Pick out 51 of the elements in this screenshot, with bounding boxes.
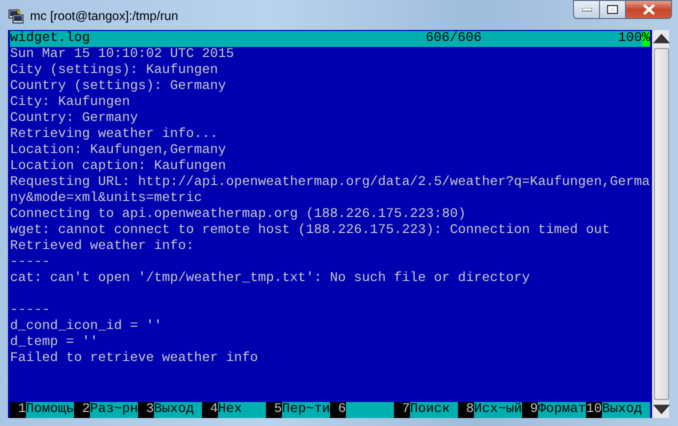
log-line: Retrieving weather info... bbox=[10, 127, 218, 143]
terminal-icon bbox=[8, 8, 24, 24]
log-line: ----- bbox=[10, 255, 50, 271]
close-icon bbox=[642, 4, 654, 15]
key-number: 6 bbox=[330, 402, 346, 418]
log-line: Country: Germany bbox=[10, 111, 138, 127]
log-line: City (settings): Kaufungen bbox=[10, 63, 218, 79]
key-number: 7 bbox=[394, 402, 410, 418]
function-key[interactable]: Формат bbox=[538, 402, 586, 418]
file-name: widget.log bbox=[10, 31, 91, 47]
minimize-icon bbox=[582, 8, 592, 12]
key-number: 8 bbox=[458, 402, 474, 418]
scrollbar[interactable] bbox=[652, 30, 669, 418]
function-key[interactable]: Hex bbox=[218, 402, 266, 418]
log-line: Sun Mar 15 10:10:02 UTC 2015 bbox=[10, 47, 234, 63]
log-line: Requesting URL: http://api.openweathermap.org/data/2.5/weather?q=Kaufungen,Germa bbox=[10, 175, 650, 191]
log-line: ny&mode=xml&units=metric bbox=[10, 191, 202, 207]
close-button[interactable] bbox=[626, 0, 672, 19]
function-key[interactable]: Поиск bbox=[410, 402, 458, 418]
window-title: mc [root@tangox]:/tmp/run bbox=[30, 9, 178, 23]
percent-indicator: 100% bbox=[618, 31, 650, 47]
log-line: d_cond_icon_id = '' bbox=[10, 319, 162, 335]
key-number: 5 bbox=[266, 402, 282, 418]
function-key[interactable]: Раз~рн bbox=[90, 402, 138, 418]
log-line: Location: Kaufungen,Germany bbox=[10, 143, 226, 159]
log-line: cat: can't open '/tmp/weather_tmp.txt': No such file or directory bbox=[10, 271, 530, 287]
log-line: d_temp = '' bbox=[10, 335, 98, 351]
log-line: City: Kaufungen bbox=[10, 95, 130, 111]
maximize-button[interactable] bbox=[600, 0, 626, 19]
log-line: Retrieved weather info: bbox=[10, 239, 194, 255]
log-line: wget: cannot connect to remote host (188.226.175.223): Connection timed out bbox=[10, 223, 610, 239]
function-key[interactable]: Помощь bbox=[26, 402, 74, 418]
key-number: 4 bbox=[202, 402, 218, 418]
function-key[interactable]: Исх~ый bbox=[474, 402, 522, 418]
log-line: Failed to retrieve weather info bbox=[10, 351, 258, 367]
key-number: 3 bbox=[138, 402, 154, 418]
key-number: 10 bbox=[586, 402, 602, 418]
key-number: 2 bbox=[74, 402, 90, 418]
function-key[interactable]: Пер~ти bbox=[282, 402, 330, 418]
log-line: ----- bbox=[10, 303, 50, 319]
minimize-button[interactable] bbox=[573, 0, 600, 19]
line-position: 606/606 bbox=[426, 31, 483, 47]
scroll-thumb[interactable] bbox=[654, 48, 668, 400]
log-line: Location caption: Kaufungen bbox=[10, 159, 226, 175]
log-line: Country (settings): Germany bbox=[10, 79, 226, 95]
key-number: 9 bbox=[522, 402, 538, 418]
function-key[interactable]: Выход bbox=[602, 402, 650, 418]
maximize-icon bbox=[607, 5, 618, 14]
log-line: Connecting to api.openweathermap.org (188.226.175.223:80) bbox=[10, 207, 466, 223]
key-number: 1 bbox=[10, 402, 26, 418]
function-key[interactable]: Выход bbox=[154, 402, 202, 418]
